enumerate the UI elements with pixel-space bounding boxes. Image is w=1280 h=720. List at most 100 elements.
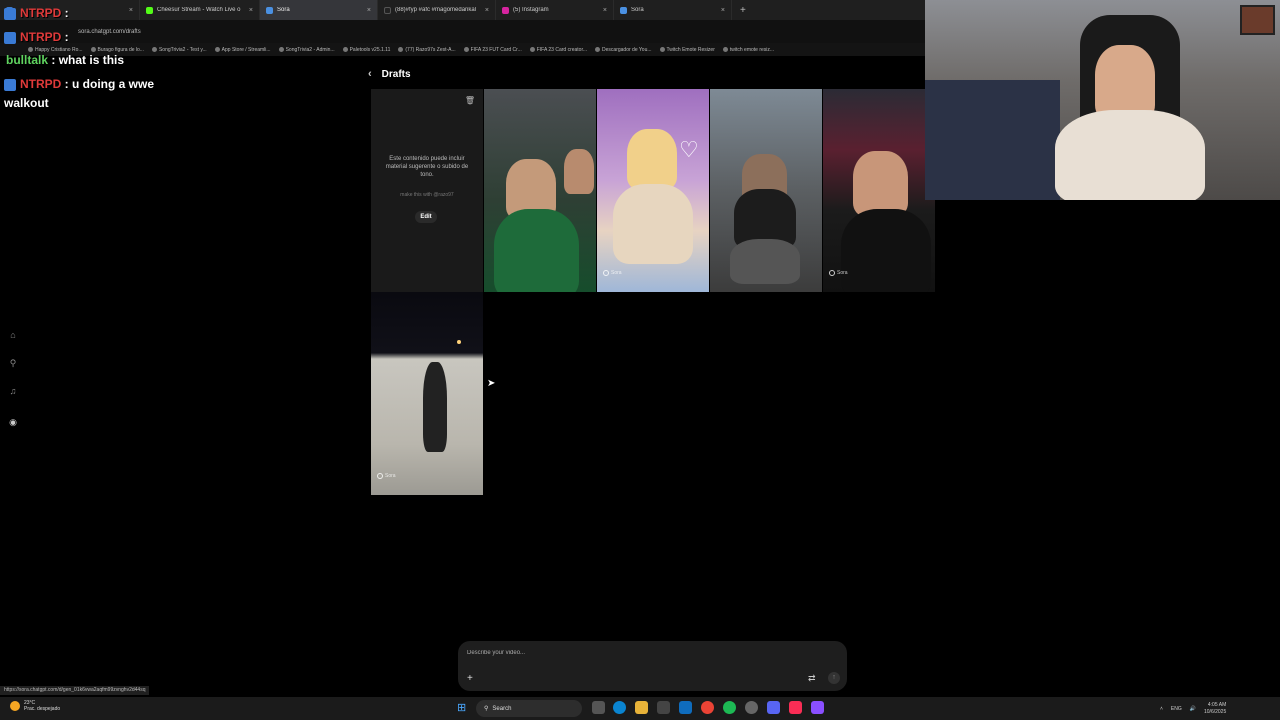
add-media-button[interactable]: + (467, 673, 473, 684)
chat-badge-icon (4, 78, 16, 91)
app-icon[interactable] (811, 701, 824, 714)
bookmark[interactable]: SongTrivia2 - Test y... (151, 47, 207, 53)
settings-icon[interactable]: ⇄ (808, 673, 816, 684)
url-text[interactable]: sora.chatgpt.com/drafts (78, 29, 141, 35)
prompt-input[interactable] (467, 650, 767, 656)
draft-card-notice[interactable]: 🗑 Este contenido puede incluir material … (371, 89, 483, 292)
taskbar-search[interactable]: ⚲ Search (476, 700, 582, 717)
search-icon: ⚲ (484, 706, 489, 712)
back-button[interactable]: ‹ (368, 68, 372, 80)
profile-icon[interactable]: ◉ (8, 417, 18, 427)
bookmark[interactable]: Paletools v25.1.11 (342, 47, 390, 53)
page-title: Drafts (381, 68, 411, 80)
sora-logo-icon (829, 270, 835, 276)
bookmark[interactable]: FIFA 23 FUT Card Cr... (463, 47, 522, 53)
tab-close-icon[interactable]: × (721, 7, 725, 14)
bookmark[interactable]: (77) Razo97s Zest-A... (398, 47, 456, 53)
draft-video-thumbnail[interactable]: Sora (823, 89, 935, 292)
draft-video-thumbnail[interactable] (710, 89, 822, 292)
webcam-overlay (925, 0, 1280, 200)
edge-icon[interactable] (613, 701, 626, 714)
tab-favicon-icon (502, 6, 509, 14)
bookmark[interactable]: App Store / Streamli... (214, 47, 271, 53)
browser-tab-active[interactable]: Sora × (260, 0, 378, 20)
street-light (457, 340, 461, 344)
thumbnail-figure (627, 129, 677, 189)
bookmark-icon (278, 47, 284, 52)
thumbnail-figure (853, 151, 908, 216)
content-warning-text: Este contenido puede incluir material su… (385, 156, 469, 178)
bookmark[interactable]: SongTrivia2 - Admin... (278, 47, 335, 53)
bookmark-icon (214, 47, 220, 52)
sora-watermark: Sora (829, 270, 848, 276)
webcam-poster (1240, 5, 1275, 35)
bookmark[interactable]: Twitch Emote Resizer (659, 47, 715, 53)
bookmark-icon (595, 47, 601, 52)
bookmark-icon (342, 47, 348, 52)
search-icon[interactable]: ⚲ (8, 358, 18, 368)
sora-logo-icon (603, 270, 609, 276)
tab-favicon-icon (384, 6, 391, 14)
bookmark-icon (90, 47, 96, 52)
bookmark[interactable]: FIFA 23 Card creator... (529, 47, 587, 53)
system-tray: ˄ ENG 🔊 4:05 AM 10/6/2025 (1160, 697, 1226, 720)
discord-icon[interactable] (767, 701, 780, 714)
tab-close-icon[interactable]: × (367, 7, 371, 14)
address-bar[interactable]: sora.chatgpt.com/drafts (0, 20, 925, 43)
language-indicator[interactable]: ENG (1171, 706, 1182, 712)
status-bar-url: https://sora.chatgpt.com/d/gen_01k6vwa2a… (0, 686, 150, 695)
edit-button[interactable]: Edit (415, 211, 437, 223)
draft-video-thumbnail[interactable]: ♡ Sora (597, 89, 709, 292)
bookmark[interactable]: twitch emote resiz... (722, 47, 774, 53)
browser-tab-bar: × Cheesur Stream - Watch Live o × Sora ×… (0, 0, 925, 20)
draft-video-thumbnail[interactable]: Sora (371, 292, 483, 495)
tab-favicon-icon (266, 6, 273, 14)
chat-badge-icon (4, 31, 16, 44)
tab-close-icon[interactable]: × (249, 7, 253, 14)
webcam-person-head (1095, 45, 1155, 120)
weather-description: Prac. despejado (24, 706, 61, 712)
browser-tab[interactable]: (88)#fyp #afc #magomedankal × (378, 0, 496, 20)
store-icon[interactable] (657, 701, 670, 714)
webcam-person-body (1055, 110, 1205, 200)
music-icon[interactable] (789, 701, 802, 714)
chat-message: NTRPD : (4, 6, 69, 20)
volume-icon[interactable]: 🔊 (1190, 706, 1196, 712)
tab-close-icon[interactable]: × (485, 7, 489, 14)
obs-icon[interactable] (745, 701, 758, 714)
prompt-box: + ⇄ ↑ (458, 641, 847, 691)
bookmark[interactable]: Burago figura de lo... (90, 47, 144, 53)
sora-watermark: Sora (377, 473, 396, 479)
windows-start-icon[interactable]: ⊞ (457, 702, 469, 714)
trash-icon[interactable]: 🗑 (465, 96, 475, 105)
draft-video-thumbnail[interactable] (484, 89, 596, 292)
chrome-icon[interactable] (701, 701, 714, 714)
task-view-icon[interactable] (592, 701, 605, 714)
send-button[interactable]: ↑ (828, 672, 840, 684)
tab-close-icon[interactable]: × (603, 7, 607, 14)
file-explorer-icon[interactable] (635, 701, 648, 714)
notifications-icon[interactable]: ♫ (8, 386, 18, 396)
browser-tab[interactable]: Cheesur Stream - Watch Live o × (140, 0, 260, 20)
chat-message: NTRPD : u doing a wwe walkout (4, 77, 155, 110)
taskbar: 23°C Prac. despejado ⊞ ⚲ Search ˄ ENG 🔊 … (0, 697, 1280, 720)
tab-favicon-icon (146, 6, 153, 14)
webcam-bed (925, 80, 1060, 200)
bookmark[interactable]: Descargador de You... (595, 47, 652, 53)
cursor-icon: ➤ (487, 378, 496, 389)
thumbnail-figure (841, 209, 931, 292)
tab-close-icon[interactable]: × (129, 7, 133, 14)
clock[interactable]: 4:05 AM 10/6/2025 (1204, 702, 1226, 716)
browser-tab[interactable]: Sora × (614, 0, 732, 20)
bookmark-icon (463, 47, 469, 52)
thumbnail-figure (564, 149, 594, 194)
spotify-icon[interactable] (723, 701, 736, 714)
new-tab-button[interactable]: + (732, 5, 754, 16)
browser-tab[interactable]: (5) Instagram × (496, 0, 614, 20)
bookmark[interactable]: Happy Cristiano Ro... (28, 47, 83, 53)
tab-favicon-icon (620, 6, 627, 14)
weather-widget[interactable]: 23°C Prac. despejado (10, 700, 60, 712)
home-icon[interactable]: ⌂ (8, 330, 18, 340)
mail-icon[interactable] (679, 701, 692, 714)
chevron-up-icon[interactable]: ˄ (1160, 706, 1163, 712)
